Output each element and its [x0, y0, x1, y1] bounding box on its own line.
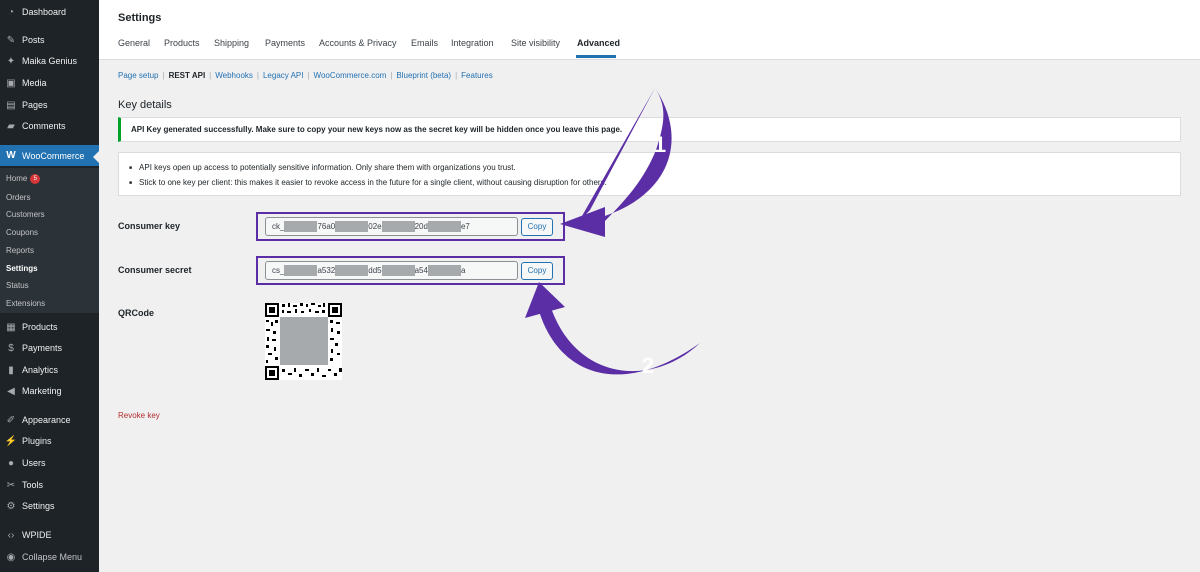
annotation-arrowhead-1: [560, 207, 605, 237]
annotation-arrow-1: [578, 88, 672, 233]
annotation-marker-1: 1: [654, 132, 666, 157]
tutorial-annotation-overlay: 1 2: [525, 88, 700, 378]
annotation-marker-2: 2: [642, 353, 654, 378]
annotation-arrow-2: [537, 298, 700, 375]
